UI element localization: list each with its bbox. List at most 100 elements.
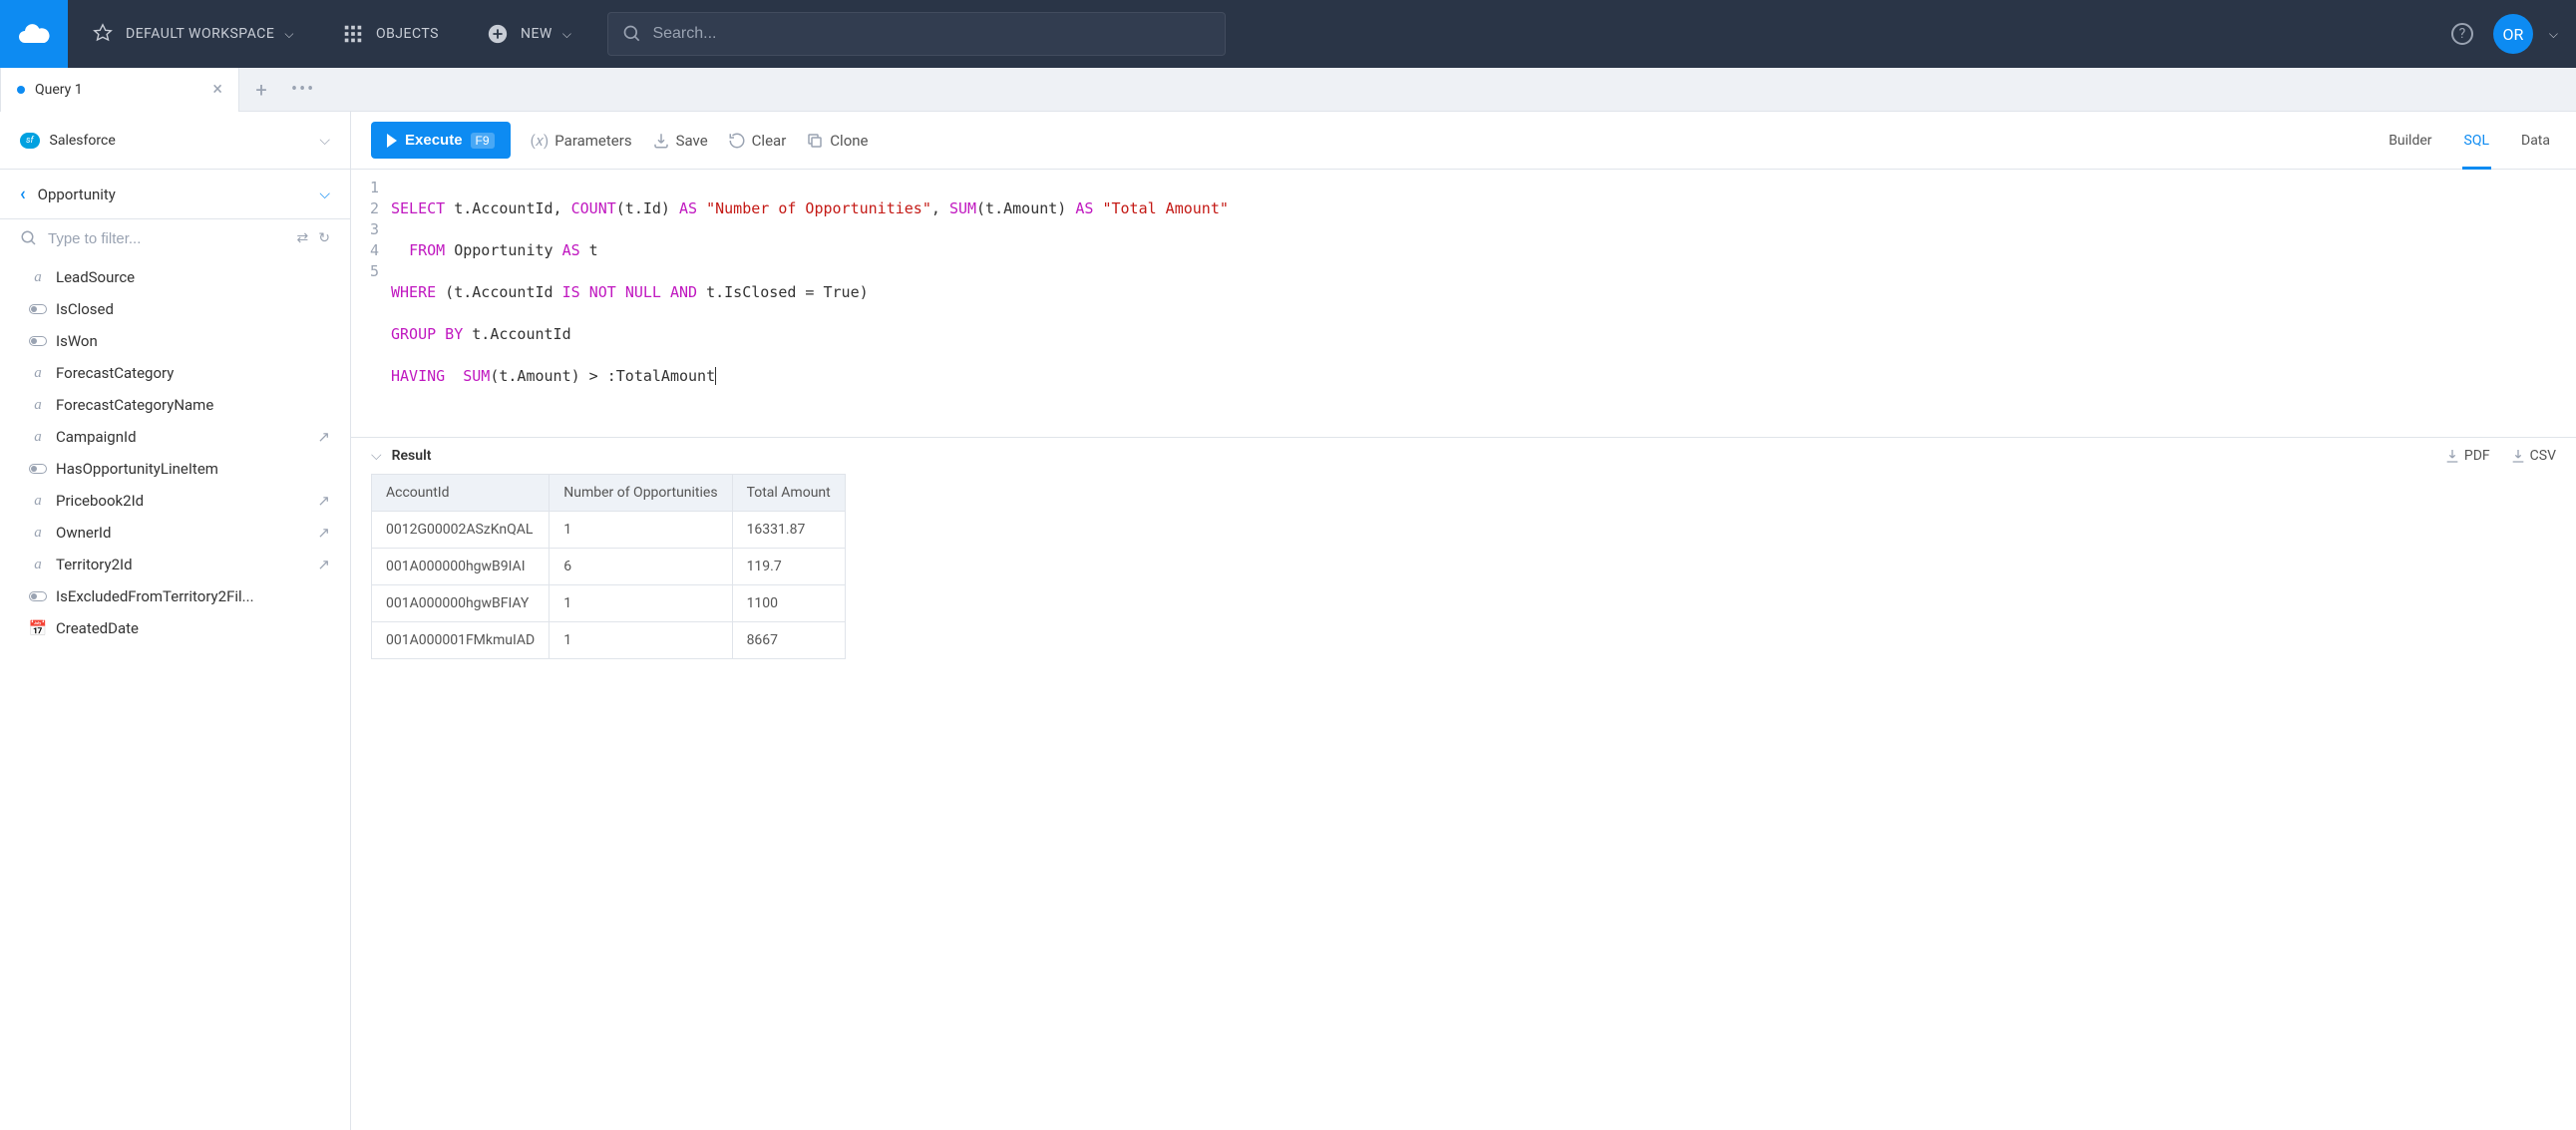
chevron-down-icon: ⌵ (2549, 27, 2558, 42)
app-logo[interactable] (0, 0, 68, 68)
chevron-down-icon: ⌵ (562, 27, 572, 42)
column-header[interactable]: Total Amount (732, 475, 845, 512)
field-label: Pricebook2Id (56, 492, 305, 510)
boolean-type-icon (28, 591, 48, 601)
table-cell: 8667 (732, 622, 845, 659)
chevron-down-icon[interactable]: ⌵ (319, 187, 330, 202)
text-type-icon: a (28, 493, 48, 510)
play-icon (387, 134, 397, 148)
field-label: HasOpportunityLineItem (56, 460, 330, 478)
close-icon[interactable]: × (212, 79, 222, 100)
tab-more-button[interactable]: ••• (283, 79, 323, 100)
field-item[interactable]: aForecastCategoryName (0, 389, 350, 421)
search-icon (20, 229, 38, 247)
field-label: ForecastCategoryName (56, 396, 330, 414)
table-cell: 6 (550, 549, 732, 585)
back-icon[interactable]: ‹ (20, 184, 26, 204)
search-icon (622, 24, 642, 44)
result-table-container: AccountIdNumber of OpportunitiesTotal Am… (351, 474, 2576, 679)
grid-icon (342, 23, 364, 45)
export-csv-button[interactable]: CSV (2510, 448, 2556, 464)
text-type-icon: a (28, 525, 48, 542)
result-title: Result (392, 448, 432, 464)
export-pdf-button[interactable]: PDF (2444, 448, 2490, 464)
field-item[interactable]: IsClosed (0, 293, 350, 325)
field-list: aLeadSourceIsClosedIsWonaForecastCategor… (0, 257, 350, 1130)
search-input[interactable] (652, 25, 1211, 43)
user-menu[interactable]: OR ⌵ (2493, 14, 2558, 54)
table-cell: 1100 (732, 585, 845, 622)
collapse-icon[interactable]: ⌵ (371, 448, 382, 464)
sql-view-tab[interactable]: SQL (2462, 112, 2491, 170)
column-header[interactable]: AccountId (372, 475, 550, 512)
top-nav: DEFAULT WORKSPACE ⌵ OBJECTS NEW ⌵ ? OR ⌵ (0, 0, 2576, 68)
new-tab-button[interactable]: + (239, 78, 283, 102)
external-link-icon[interactable]: ↗ (317, 428, 330, 446)
column-header[interactable]: Number of Opportunities (550, 475, 732, 512)
field-item[interactable]: a Pricebook2Id ↗ (0, 485, 350, 517)
table-row[interactable]: 001A000000hgwBFIAY11100 (372, 585, 846, 622)
field-item[interactable]: HasOpportunityLineItem (0, 453, 350, 485)
table-cell: 001A000000hgwBFIAY (372, 585, 550, 622)
workspace-selector[interactable]: DEFAULT WORKSPACE ⌵ (68, 0, 318, 68)
download-icon (2444, 448, 2460, 464)
table-cell: 1 (550, 622, 732, 659)
external-link-icon[interactable]: ↗ (317, 524, 330, 542)
field-item[interactable]: a ForecastCategory (0, 357, 350, 389)
text-type-icon: a (28, 429, 48, 446)
field-item[interactable]: aTerritory2Id↗ (0, 549, 350, 580)
tab-label: Query 1 (35, 82, 202, 98)
field-item[interactable]: IsExcludedFromTerritory2Fil... (0, 580, 350, 612)
execute-shortcut: F9 (471, 133, 495, 149)
filter-row: ⇄ ↻ (0, 219, 350, 257)
breadcrumb[interactable]: ‹ Opportunity ⌵ (0, 170, 350, 219)
field-label: CreatedDate (56, 619, 330, 637)
query-tab[interactable]: Query 1 × (0, 68, 239, 112)
field-item[interactable]: aLeadSource (0, 261, 350, 293)
builder-view-tab[interactable]: Builder (2387, 112, 2433, 170)
field-label: IsExcludedFromTerritory2Fil... (56, 587, 330, 605)
table-row[interactable]: 001A000001FMkmuIAD18667 (372, 622, 846, 659)
text-type-icon: a (28, 557, 48, 573)
workspace-name: DEFAULT WORKSPACE (126, 26, 274, 42)
field-item[interactable]: a OwnerId ↗ (0, 517, 350, 549)
connection-name: Salesforce (50, 133, 310, 149)
field-item[interactable]: 📅CreatedDate (0, 612, 350, 644)
field-item[interactable]: aCampaignId↗ (0, 421, 350, 453)
clone-button[interactable]: Clone (806, 132, 868, 150)
text-type-icon: a (28, 365, 48, 382)
plus-circle-icon (487, 23, 509, 45)
table-row[interactable]: 001A000000hgwB9IAI6119.7 (372, 549, 846, 585)
field-item[interactable]: IsWon (0, 325, 350, 357)
external-link-icon[interactable]: ↗ (317, 492, 330, 510)
clear-button[interactable]: Clear (728, 132, 787, 150)
save-button[interactable]: Save (652, 132, 708, 150)
data-view-tab[interactable]: Data (2519, 112, 2552, 170)
table-cell: 0012G00002ASzKnQAL (372, 512, 550, 549)
refresh-icon[interactable]: ↻ (318, 230, 330, 246)
execute-button[interactable]: Execute F9 (371, 122, 511, 159)
new-button[interactable]: NEW ⌵ (463, 0, 595, 68)
settings-icon[interactable]: ⇄ (297, 230, 309, 246)
field-label: IsClosed (56, 300, 330, 318)
field-label: OwnerId (56, 524, 305, 542)
workspace-icon (92, 23, 114, 45)
parameters-button[interactable]: (𝑥) Parameters (531, 132, 632, 150)
avatar: OR (2493, 14, 2533, 54)
execute-label: Execute (405, 132, 463, 149)
sql-code[interactable]: SELECT t.AccountId, COUNT(t.Id) AS "Numb… (391, 178, 2576, 429)
field-label: ForecastCategory (56, 364, 330, 382)
boolean-type-icon (28, 304, 48, 314)
undo-icon (728, 132, 746, 150)
search-box[interactable] (607, 12, 1226, 56)
save-icon (652, 132, 670, 150)
csv-label: CSV (2530, 448, 2556, 464)
help-button[interactable]: ? (2451, 23, 2473, 45)
table-row[interactable]: 0012G00002ASzKnQAL116331.87 (372, 512, 846, 549)
filter-input[interactable] (48, 230, 287, 247)
pdf-label: PDF (2464, 448, 2490, 464)
objects-nav[interactable]: OBJECTS (318, 0, 463, 68)
connection-selector[interactable]: sf Salesforce ⌵ (0, 112, 351, 169)
sql-editor[interactable]: 12345 SELECT t.AccountId, COUNT(t.Id) AS… (351, 170, 2576, 437)
external-link-icon[interactable]: ↗ (317, 556, 330, 573)
